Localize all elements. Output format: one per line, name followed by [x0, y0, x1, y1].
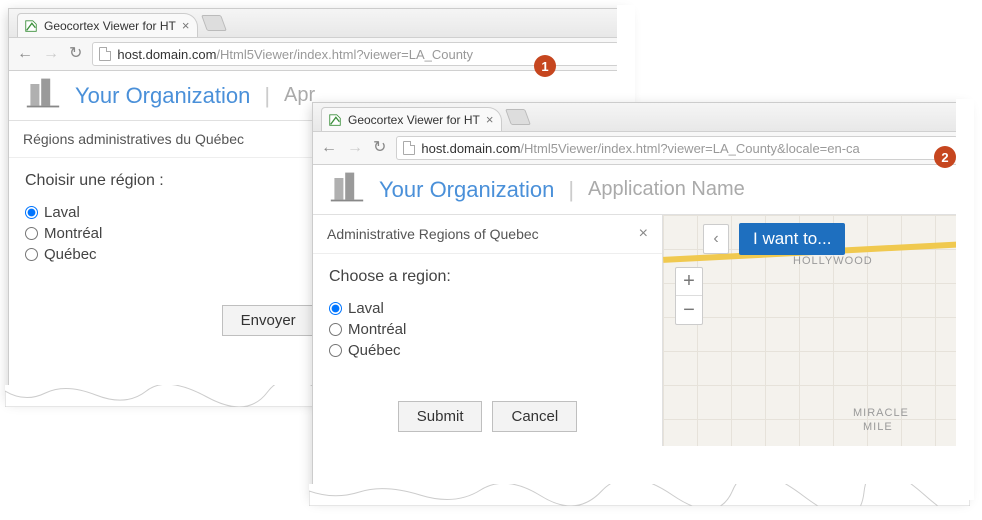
new-tab-button[interactable] — [202, 15, 228, 31]
close-icon[interactable]: × — [639, 225, 648, 243]
reload-icon[interactable]: ↻ — [69, 46, 82, 62]
zoom-control: + − — [675, 267, 703, 325]
app-name: Application Name — [588, 178, 745, 201]
radio-input[interactable] — [329, 323, 342, 336]
map-label: HOLLYWOOD — [793, 255, 873, 267]
browser-tab[interactable]: Geocortex Viewer for HT × — [17, 13, 198, 37]
org-logo-icon — [25, 75, 61, 116]
back-icon[interactable]: ← — [321, 140, 337, 156]
org-name: Your Organization — [75, 83, 250, 109]
tab-bar: Geocortex Viewer for HT × — [313, 103, 966, 131]
radio-label: Québec — [44, 246, 97, 263]
radio-option[interactable]: Montréal — [329, 319, 646, 340]
url-host: host.domain.com — [117, 47, 216, 62]
browser-tab[interactable]: Geocortex Viewer for HT × — [321, 107, 502, 131]
radio-label: Laval — [44, 204, 80, 221]
tab-close-icon[interactable]: × — [182, 18, 190, 33]
page-icon — [403, 141, 415, 155]
divider: | — [568, 177, 574, 203]
tab-title: Geocortex Viewer for HT — [44, 19, 176, 33]
callout-badge-2: 2 — [934, 146, 956, 168]
radio-label: Montréal — [44, 225, 102, 242]
torn-edge — [309, 484, 970, 506]
page-icon — [99, 47, 111, 61]
cancel-button[interactable]: Cancel — [492, 401, 577, 432]
tab-title: Geocortex Viewer for HT — [348, 113, 480, 127]
i-want-to-button[interactable]: I want to... — [739, 223, 845, 255]
radio-label: Québec — [348, 342, 401, 359]
map-toolbar: ‹ I want to... — [703, 223, 845, 255]
chevron-left-icon[interactable]: ‹ — [703, 224, 729, 254]
url-path: /Html5Viewer/index.html?viewer=LA_County… — [520, 141, 859, 156]
favicon-icon — [24, 19, 38, 33]
submit-button[interactable]: Submit — [398, 401, 483, 432]
radio-input[interactable] — [25, 248, 38, 261]
torn-edge-right — [956, 99, 974, 500]
form-prompt: Choose a region: — [329, 268, 646, 286]
favicon-icon — [328, 113, 342, 127]
radio-input[interactable] — [25, 206, 38, 219]
radio-label: Montréal — [348, 321, 406, 338]
radio-input[interactable] — [329, 302, 342, 315]
map-label: MIRACLE — [853, 407, 909, 419]
url-host: host.domain.com — [421, 141, 520, 156]
org-logo-icon — [329, 169, 365, 210]
back-icon[interactable]: ← — [17, 46, 33, 62]
org-name: Your Organization — [379, 177, 554, 203]
panel-title: Régions administratives du Québec — [23, 131, 244, 147]
radio-option[interactable]: Québec — [329, 340, 646, 361]
radio-option[interactable]: Laval — [329, 298, 646, 319]
new-tab-button[interactable] — [506, 109, 532, 125]
map-label: MILE — [863, 421, 893, 433]
reload-icon[interactable]: ↻ — [373, 140, 386, 156]
zoom-out-button[interactable]: − — [676, 296, 702, 324]
forward-icon[interactable]: → — [43, 46, 59, 62]
tab-bar: Geocortex Viewer for HT × — [9, 9, 627, 37]
url-input[interactable]: host.domain.com/Html5Viewer/index.html?v… — [396, 136, 958, 160]
radio-input[interactable] — [25, 227, 38, 240]
divider: | — [264, 83, 270, 109]
submit-button[interactable]: Envoyer — [222, 305, 315, 336]
tab-close-icon[interactable]: × — [486, 112, 494, 127]
forward-icon[interactable]: → — [347, 140, 363, 156]
panel-title-bar: Administrative Regions of Quebec × — [313, 215, 662, 254]
zoom-in-button[interactable]: + — [676, 268, 702, 296]
browser-window-2: Geocortex Viewer for HT × ← → ↻ host.dom… — [312, 102, 967, 497]
radio-input[interactable] — [329, 344, 342, 357]
callout-badge-1: 1 — [534, 55, 556, 77]
app-name-partial: Apr — [284, 84, 315, 107]
radio-label: Laval — [348, 300, 384, 317]
map-viewport[interactable]: HOLLYWOOD MIRACLE MILE ‹ I want to... + … — [663, 215, 966, 446]
form-panel: Administrative Regions of Quebec × Choos… — [313, 215, 663, 446]
url-path: /Html5Viewer/index.html?viewer=LA_County — [216, 47, 473, 62]
panel-title: Administrative Regions of Quebec — [327, 226, 539, 242]
app-header: Your Organization | Application Name — [313, 165, 966, 215]
address-bar: ← → ↻ host.domain.com/Html5Viewer/index.… — [313, 131, 966, 165]
